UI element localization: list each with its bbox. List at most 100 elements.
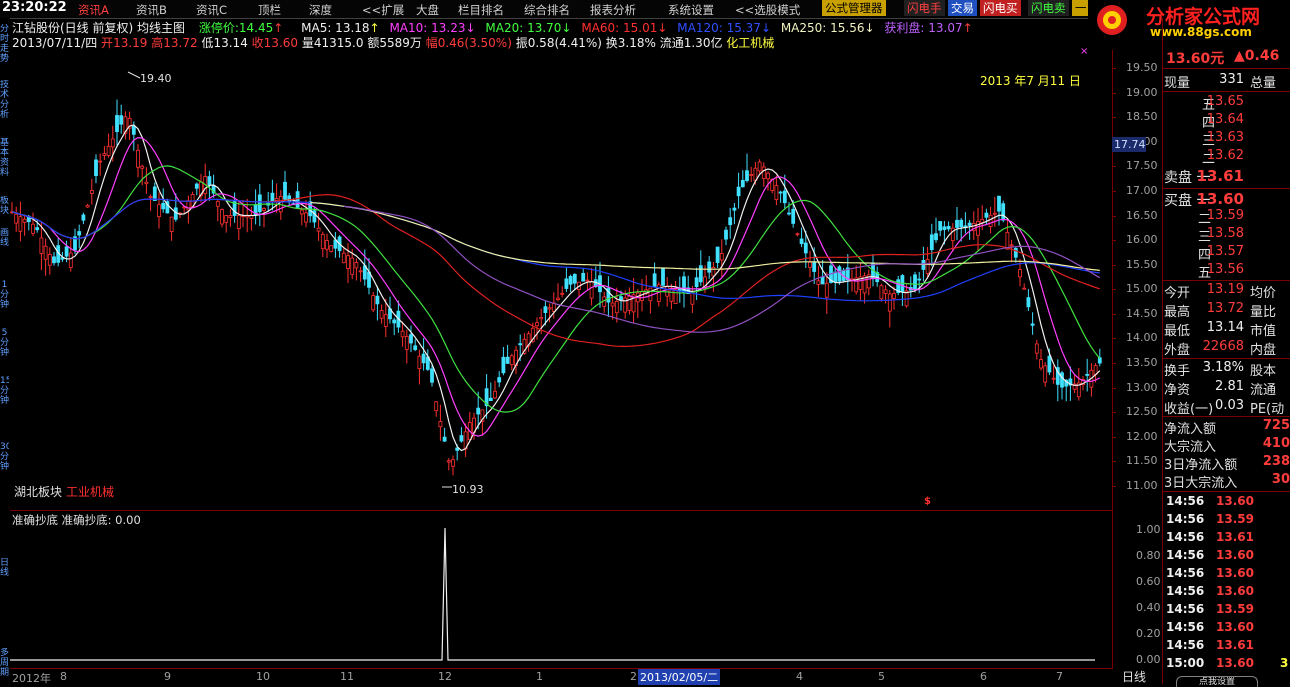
ma250-value: MA250: 15.56 — [780, 21, 865, 35]
net-asset-label: 净资 — [1164, 383, 1191, 398]
candle-body — [18, 216, 23, 232]
sector-name[interactable]: 工业机械 — [66, 483, 114, 500]
price-axis-label: 18.50 — [1126, 110, 1158, 124]
bid5-price[interactable]: 13.56 — [1207, 262, 1244, 277]
ask3-price[interactable]: 13.63 — [1207, 130, 1244, 145]
ask1-price[interactable]: 13.61 — [1197, 167, 1244, 185]
left-tab-1min[interactable]: 1分钟 — [0, 280, 9, 310]
bid3-price[interactable]: 13.58 — [1207, 226, 1244, 241]
left-tab-sector[interactable]: 板块 — [0, 196, 9, 218]
volume-ratio-label: 量比 — [1250, 305, 1277, 320]
candle-body — [144, 181, 149, 185]
bid4-price[interactable]: 13.57 — [1207, 244, 1244, 259]
left-tab-technical[interactable]: 技术分析 — [0, 80, 9, 124]
menu-overall-rank[interactable]: 综合排名 — [524, 2, 570, 18]
price-axis-label: 12.50 — [1126, 405, 1158, 419]
left-tab-fundamental[interactable]: 基本资料 — [0, 138, 9, 182]
menu-top-bar[interactable]: 顶栏 — [258, 2, 281, 18]
dollar-signal-icon: $ — [924, 496, 931, 507]
3day-net-inflow-label: 3日净流入额 — [1164, 458, 1238, 473]
candle-body — [736, 186, 741, 197]
candle-body — [257, 194, 262, 213]
menu-extend[interactable]: <<扩展 — [362, 2, 404, 18]
candle-body — [299, 209, 304, 215]
left-tab-intraday[interactable]: 分时走势 — [0, 24, 9, 68]
candle-body — [761, 166, 766, 179]
candle-body — [375, 295, 380, 305]
left-tab-multi-period[interactable]: 多周期 — [0, 648, 9, 684]
candle-body — [745, 170, 749, 182]
trade-button[interactable]: 交易 — [948, 0, 977, 16]
net-inflow-value: 725 — [1262, 418, 1290, 433]
bid1-price[interactable]: 13.60 — [1197, 190, 1244, 208]
current-volume: 331 — [1219, 72, 1244, 87]
price-axis-label: 19.50 — [1126, 61, 1158, 74]
price-axis-label: 16.50 — [1126, 208, 1158, 222]
candle-body — [824, 282, 829, 298]
candle-body — [140, 165, 145, 169]
left-tab-30min[interactable]: 30分钟 — [0, 442, 9, 478]
candle-body — [434, 401, 439, 412]
price-axis-label: 17.00 — [1126, 183, 1158, 197]
menu-column-rank[interactable]: 栏目排名 — [458, 2, 504, 18]
price-axis: 19.5019.0018.5018.0017.5017.0016.5016.00… — [1112, 50, 1162, 510]
menu-news-c[interactable]: 资讯C — [196, 2, 227, 18]
tick-price: 13.60 — [1216, 656, 1254, 670]
menu-news-b[interactable]: 资讯B — [136, 2, 167, 18]
candle-body — [371, 295, 376, 311]
tick-time: 14:56 — [1166, 494, 1205, 508]
candle-body — [400, 330, 405, 338]
total-volume-label: 总量 — [1250, 76, 1277, 91]
candle-body — [379, 310, 384, 319]
indicator-axis-label: 0.00 — [1136, 653, 1161, 666]
ask2-price[interactable]: 13.62 — [1207, 148, 1244, 163]
arrow-up-icon: ↑ — [273, 21, 284, 35]
pe-label: PE(动 — [1250, 402, 1285, 417]
candle-body — [22, 218, 27, 223]
3day-block-inflow-label: 3日大宗流入 — [1164, 476, 1238, 491]
tick-time: 14:56 — [1166, 620, 1205, 634]
arrow-down-icon: ↓ — [657, 21, 668, 35]
candle-body — [392, 319, 397, 324]
tick-price: 13.60 — [1216, 620, 1254, 634]
bid2-price[interactable]: 13.59 — [1207, 208, 1244, 223]
candle-body — [451, 459, 455, 467]
flash-sell-button[interactable]: 闪电卖 — [1028, 0, 1069, 16]
left-tab-drawing[interactable]: 画线 — [0, 228, 9, 250]
net-inflow-label: 净流入额 — [1164, 422, 1217, 437]
flash-hand-button[interactable]: 闪电手 — [904, 0, 945, 16]
menu-settings[interactable]: 系统设置 — [668, 2, 714, 18]
period-label[interactable]: 日线 — [1122, 668, 1146, 685]
candle-body — [346, 255, 350, 269]
tick-time: 14:56 — [1166, 566, 1205, 580]
settings-button[interactable]: 点我设置 — [1176, 676, 1258, 687]
candle-body — [585, 279, 590, 282]
ask4-price[interactable]: 13.64 — [1207, 112, 1244, 127]
price-axis-label: 14.50 — [1126, 306, 1158, 320]
candle-body — [568, 275, 573, 285]
turnover-value: 换3.18% — [605, 36, 656, 50]
candle-body — [316, 227, 321, 232]
left-tab-5min[interactable]: 5分钟 — [0, 328, 9, 358]
menu-report[interactable]: 报表分析 — [590, 2, 636, 18]
menu-stock-picker[interactable]: <<选股模式 — [735, 2, 800, 18]
menu-market[interactable]: 大盘 — [416, 2, 439, 18]
price-axis-label: 19.00 — [1126, 85, 1158, 99]
menu-depth[interactable]: 深度 — [309, 2, 332, 18]
menu-news-a[interactable]: 资讯A — [78, 2, 109, 18]
formula-manager-button[interactable]: 公式管理器 — [822, 0, 886, 16]
open-label: 今开 — [1164, 286, 1191, 301]
candle-body — [1047, 355, 1052, 373]
ma10-line — [11, 136, 1101, 437]
ma20-value: MA20: 13.70 — [485, 21, 562, 35]
left-tab-15min[interactable]: 15分钟 — [0, 376, 9, 412]
arrow-down-icon: ↓ — [465, 21, 476, 35]
candle-body — [509, 355, 514, 365]
candle-body — [959, 219, 964, 228]
left-tab-daily[interactable]: 日线 — [0, 558, 9, 588]
one-button[interactable]: 一 — [1072, 0, 1090, 16]
ask5-price[interactable]: 13.65 — [1207, 94, 1244, 109]
flash-buy-button[interactable]: 闪电买 — [980, 0, 1021, 16]
candle-body — [228, 215, 233, 219]
kline-chart — [10, 71, 1102, 488]
